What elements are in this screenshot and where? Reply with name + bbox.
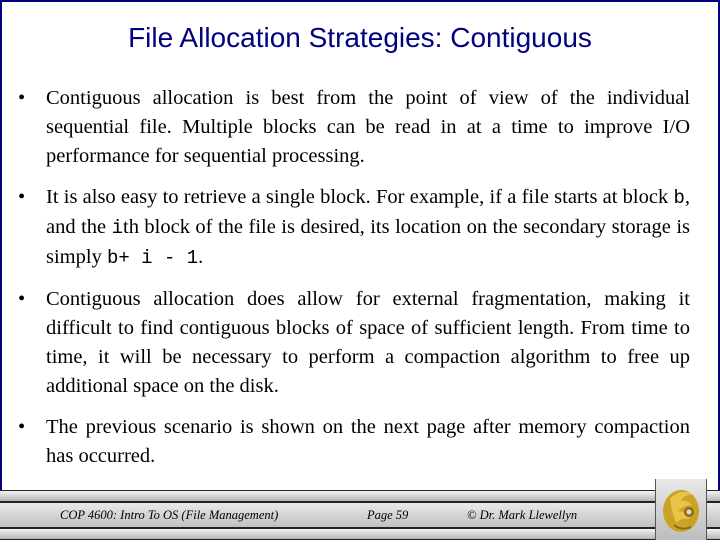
bullet-text: The previous scenario is shown on the ne… [46,416,690,467]
bullet-list: • Contiguous allocation is best from the … [18,84,690,483]
bullet-item: • Contiguous allocation does allow for ex… [18,285,690,401]
code-text: b+ i - 1 [106,247,199,269]
bullet-text: Contiguous allocation is best from the p… [46,87,690,167]
bullet-item: • Contiguous allocation is best from the … [18,84,690,171]
footer-band-top [0,490,720,502]
pegasus-logo-icon [663,490,699,532]
logo-box [655,479,707,540]
bullet-item: • The previous scenario is shown on the n… [18,413,690,471]
bullet-icon: • [18,416,26,438]
code-text: i [111,217,123,239]
bullet-text: It is also easy to retrieve a single blo… [46,186,674,208]
bullet-item: • It is also easy to retrieve a single bl… [18,183,690,273]
code-text: b [673,187,685,209]
bullet-icon: • [18,186,26,208]
bullet-icon: • [18,288,26,310]
footer-band-bottom [0,528,720,540]
footer-page-number: Page 59 [367,508,409,522]
footer: COP 4600: Intro To OS (File Management) … [0,479,720,540]
bullet-text: . [198,246,204,268]
footer-author: © Dr. Mark Llewellyn [467,508,578,522]
slide-title: File Allocation Strategies: Contiguous [128,22,592,53]
footer-course: COP 4600: Intro To OS (File Management) [60,508,279,522]
bullet-icon: • [18,87,26,109]
bullet-text: Contiguous allocation does allow for ext… [46,288,690,397]
